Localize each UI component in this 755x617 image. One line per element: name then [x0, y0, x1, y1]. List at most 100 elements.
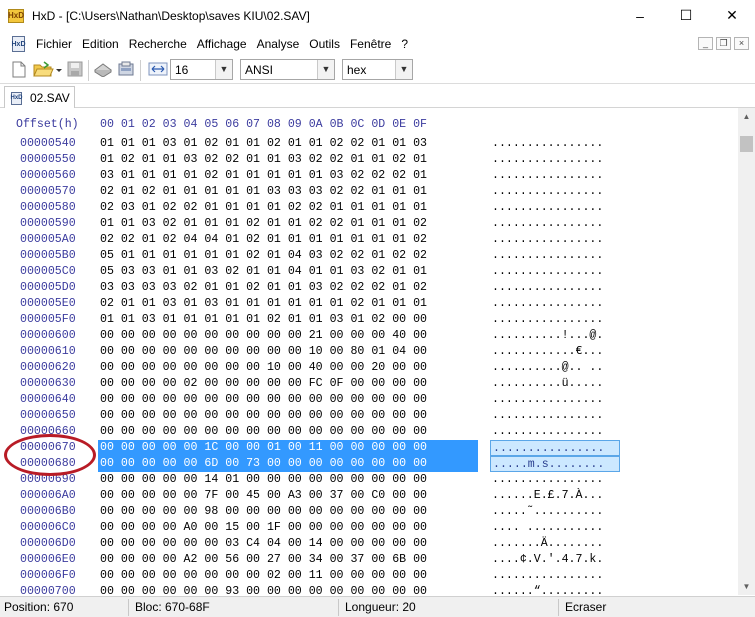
row-decoded-text[interactable]: ......“......... [492, 585, 603, 595]
menu-analyse[interactable]: Analyse [252, 37, 305, 51]
chevron-down-icon[interactable]: ▼ [215, 60, 232, 79]
row-hex-bytes[interactable]: 01 01 03 01 01 01 01 01 02 01 01 03 01 0… [100, 313, 427, 326]
row-hex-bytes[interactable]: 02 03 01 02 02 01 01 01 01 02 02 01 01 0… [100, 201, 427, 214]
row-text-cells[interactable]: ....¢.V.'.4.7.k. [490, 552, 620, 568]
row-text-cells[interactable]: ................ [490, 296, 620, 312]
row-hex-bytes[interactable]: 02 02 01 02 04 04 01 02 01 01 01 01 01 0… [100, 233, 427, 246]
row-hex-cells[interactable]: 00 00 00 00 02 00 00 00 00 00 FC 0F 00 0… [98, 376, 478, 392]
hxd-app-icon[interactable]: HxD [8, 8, 24, 23]
row-decoded-text[interactable]: ................ [492, 409, 603, 422]
row-text-cells[interactable]: ................ [490, 424, 620, 440]
row-text-cells[interactable]: ................ [490, 184, 620, 200]
hex-row[interactable]: 00000630 00 00 00 00 02 00 00 00 00 00 FC… [0, 376, 738, 392]
row-text-cells[interactable]: ......E.£.7.À... [490, 488, 620, 504]
row-hex-cells[interactable]: 00 00 00 00 A2 00 56 00 27 00 34 00 37 0… [98, 552, 478, 568]
row-text-cells[interactable]: ................ [490, 152, 620, 168]
row-text-cells[interactable]: ..........ü..... [490, 376, 620, 392]
row-text-cells[interactable]: ................ [490, 568, 620, 584]
close-button[interactable]: ✕ [709, 0, 755, 31]
tab-02-sav[interactable]: HxD 02.SAV [4, 86, 75, 109]
row-hex-cells[interactable]: 00 00 00 00 00 00 00 00 00 00 00 00 00 0… [98, 424, 478, 440]
menu-edition[interactable]: Edition [77, 37, 124, 51]
row-decoded-text[interactable]: ............€... [492, 345, 603, 358]
menu-recherche[interactable]: Recherche [124, 37, 192, 51]
open-disk-icon[interactable] [93, 60, 113, 78]
scroll-down-icon[interactable]: ▼ [738, 578, 755, 595]
hex-row[interactable]: 00000570 02 01 02 01 01 01 01 01 03 03 03… [0, 184, 738, 200]
row-hex-cells[interactable]: 00 00 00 00 00 1C 00 00 01 00 11 00 00 0… [98, 440, 478, 456]
row-text-cells[interactable]: ..........!...@. [490, 328, 620, 344]
document-minimize-button[interactable]: _ [698, 37, 713, 50]
document-restore-button[interactable]: ❐ [716, 37, 731, 50]
row-decoded-text[interactable]: ................ [492, 393, 603, 406]
row-hex-bytes[interactable]: 05 01 01 01 01 01 01 02 01 04 03 02 02 0… [100, 249, 427, 262]
row-hex-cells[interactable]: 01 01 03 02 01 01 01 02 01 01 02 02 01 0… [98, 216, 478, 232]
row-hex-cells[interactable]: 00 00 00 00 00 00 00 00 00 00 00 00 00 0… [98, 408, 478, 424]
row-hex-cells[interactable]: 00 00 00 00 00 00 00 00 00 00 00 00 00 0… [98, 392, 478, 408]
hex-row[interactable]: 00000580 02 03 01 02 02 01 01 01 01 02 02… [0, 200, 738, 216]
hex-row[interactable]: 00000620 00 00 00 00 00 00 00 00 10 00 40… [0, 360, 738, 376]
row-hex-cells[interactable]: 01 01 03 01 01 01 01 01 02 01 01 03 01 0… [98, 312, 478, 328]
hex-row[interactable]: 000006A0 00 00 00 00 00 7F 00 45 00 A3 00… [0, 488, 738, 504]
maximize-button[interactable]: ☐ [663, 0, 709, 31]
row-decoded-text[interactable]: ..........ü..... [492, 377, 603, 390]
row-text-cells[interactable]: ................ [490, 312, 620, 328]
hex-row[interactable]: 00000690 00 00 00 00 00 14 01 00 00 00 00… [0, 472, 738, 488]
row-text-cells[interactable]: ................ [490, 248, 620, 264]
row-decoded-text[interactable]: ................ [492, 137, 603, 150]
chevron-down-icon[interactable]: ▼ [395, 60, 412, 79]
hex-row[interactable]: 000006C0 00 00 00 00 A0 00 15 00 1F 00 00… [0, 520, 738, 536]
row-decoded-text[interactable]: ................ [492, 153, 603, 166]
row-text-cells[interactable]: ..........@.. .. [490, 360, 620, 376]
hex-row[interactable]: 000005A0 02 02 01 02 04 04 01 02 01 01 01… [0, 232, 738, 248]
row-hex-cells[interactable]: 00 00 00 00 00 00 00 00 00 00 10 00 80 0… [98, 344, 478, 360]
row-text-cells[interactable]: ................ [490, 280, 620, 296]
row-hex-cells[interactable]: 02 03 01 02 02 01 01 01 01 02 02 01 01 0… [98, 200, 478, 216]
row-hex-bytes[interactable]: 00 00 00 00 00 00 93 00 00 00 00 00 00 0… [100, 585, 427, 595]
row-hex-bytes[interactable]: 01 02 01 01 03 02 02 01 01 03 02 02 01 0… [100, 153, 427, 166]
menu-help[interactable]: ? [396, 37, 413, 51]
row-text-cells[interactable]: .....˜.......... [490, 504, 620, 520]
hex-editor[interactable]: Offset(h) 00 01 02 03 04 05 06 07 08 09 … [0, 108, 755, 595]
row-text-cells[interactable]: .... ........... [490, 520, 620, 536]
row-hex-bytes[interactable]: 00 00 00 00 00 00 00 00 00 00 00 00 00 0… [100, 409, 427, 422]
hex-row[interactable]: 000005D0 03 03 03 03 02 01 01 02 01 01 03… [0, 280, 738, 296]
open-folder-icon[interactable] [33, 60, 63, 78]
row-decoded-text[interactable]: ................ [492, 217, 603, 230]
row-text-cells[interactable]: ................ [490, 392, 620, 408]
row-hex-bytes[interactable]: 00 00 00 00 00 00 00 00 00 00 21 00 00 0… [100, 329, 427, 342]
hex-row[interactable]: 00000670 00 00 00 00 00 1C 00 00 01 00 11… [0, 440, 738, 456]
row-hex-bytes[interactable]: 00 00 00 00 00 00 00 00 00 00 10 00 80 0… [100, 345, 427, 358]
row-hex-cells[interactable]: 00 00 00 00 00 98 00 00 00 00 00 00 00 0… [98, 504, 478, 520]
row-decoded-text[interactable]: ................ [492, 233, 603, 246]
row-hex-bytes[interactable]: 02 01 01 03 01 03 01 01 01 01 01 01 02 0… [100, 297, 427, 310]
row-hex-bytes[interactable]: 00 00 00 00 00 14 01 00 00 00 00 00 00 0… [100, 473, 427, 486]
row-hex-bytes[interactable]: 00 00 00 00 00 1C 00 00 01 00 11 00 00 0… [100, 441, 427, 454]
hex-row[interactable]: 00000540 01 01 01 03 01 02 01 01 02 01 01… [0, 136, 738, 152]
document-menu-icon[interactable]: HxD [12, 36, 26, 52]
row-text-cells[interactable]: ................ [490, 216, 620, 232]
row-hex-cells[interactable]: 02 02 01 02 04 04 01 02 01 01 01 01 01 0… [98, 232, 478, 248]
menu-fenetre[interactable]: Fenêtre [345, 37, 396, 51]
row-text-cells[interactable]: .....m.s........ [490, 456, 620, 472]
row-hex-bytes[interactable]: 03 01 01 01 01 02 01 01 01 01 01 03 02 0… [100, 169, 427, 182]
row-decoded-text[interactable]: ................ [492, 425, 603, 438]
minimize-button[interactable]: – [617, 0, 663, 31]
vertical-scrollbar[interactable]: ▲ ▼ [738, 108, 755, 595]
save-icon[interactable] [66, 60, 84, 78]
row-hex-cells[interactable]: 01 02 01 01 03 02 02 01 01 03 02 02 01 0… [98, 152, 478, 168]
row-hex-bytes[interactable]: 05 03 03 01 01 03 02 01 01 04 01 01 03 0… [100, 265, 427, 278]
row-hex-bytes[interactable]: 01 01 03 02 01 01 01 02 01 01 02 02 01 0… [100, 217, 427, 230]
hex-row[interactable]: 000006D0 00 00 00 00 00 00 03 C4 04 00 14… [0, 536, 738, 552]
row-hex-bytes[interactable]: 02 01 02 01 01 01 01 01 03 03 03 02 02 0… [100, 185, 427, 198]
hex-row[interactable]: 00000600 00 00 00 00 00 00 00 00 00 00 21… [0, 328, 738, 344]
hex-row[interactable]: 000006B0 00 00 00 00 00 98 00 00 00 00 00… [0, 504, 738, 520]
row-decoded-text[interactable]: ....¢.V.'.4.7.k. [492, 553, 603, 566]
row-text-cells[interactable]: ................ [490, 472, 620, 488]
row-decoded-text[interactable]: ................ [492, 265, 603, 278]
menu-outils[interactable]: Outils [304, 37, 345, 51]
row-text-cells[interactable]: ................ [490, 264, 620, 280]
hex-row[interactable]: 000005F0 01 01 03 01 01 01 01 01 02 01 01… [0, 312, 738, 328]
row-hex-bytes[interactable]: 01 01 01 03 01 02 01 01 02 01 01 02 02 0… [100, 137, 427, 150]
row-decoded-text[interactable]: ................ [492, 473, 603, 486]
